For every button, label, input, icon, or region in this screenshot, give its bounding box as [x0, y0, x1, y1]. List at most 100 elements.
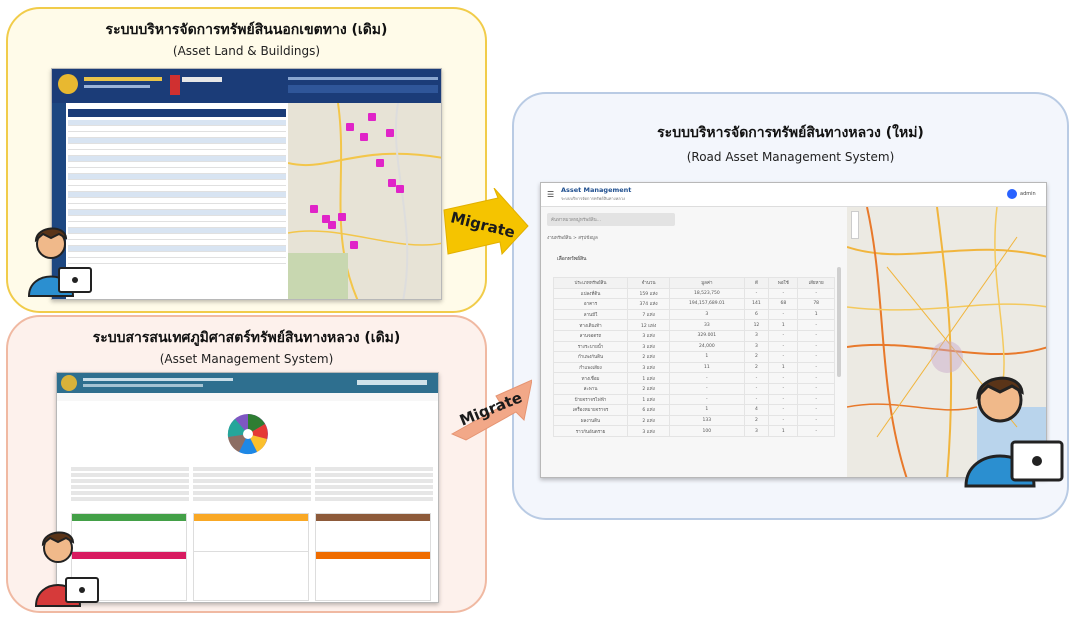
table-cell: 6 แห่ง — [627, 404, 671, 416]
app-brand: Asset Management — [561, 186, 632, 194]
table-row[interactable]: กำแพงเสียง 3 แห่ง 11 2 1- — [552, 361, 835, 374]
table-cell: 1 — [797, 308, 835, 321]
table-cell: กำแพงกันดิน — [552, 351, 629, 363]
table-cell: 6 — [743, 308, 770, 321]
old-ams-header — [57, 373, 438, 393]
table-cell: - — [768, 404, 799, 416]
user-icon-2 — [34, 531, 99, 607]
table-cell: ป้ายจราจรไฟฟ้า — [552, 393, 629, 406]
user-name: admin — [1020, 191, 1036, 197]
table-cell: - — [768, 372, 799, 384]
app-brand-sub: ระบบบริหารจัดการทรัพย์สินทางหลวง — [561, 196, 625, 201]
table-cell: - — [768, 308, 799, 321]
table-cell: - — [768, 414, 799, 427]
table-row[interactable]: ป้ายจราจรไฟฟ้า 1 แห่ง - - - - — [552, 393, 835, 406]
table-cell: - — [743, 393, 770, 406]
user-avatar[interactable] — [1007, 189, 1017, 199]
table-cell: 133 — [669, 414, 745, 427]
table-cell: - — [797, 382, 835, 395]
table-cell: 24,000 — [669, 340, 745, 353]
table-cell: 3 แห่ง — [627, 340, 671, 353]
table-column-header: ดี — [743, 277, 770, 289]
table-cell: 3 — [743, 329, 770, 342]
table-cell: 3 แห่ง — [627, 425, 671, 437]
table-cell: 2 แห่ง — [627, 382, 671, 395]
menu-icon[interactable]: ☰ — [547, 190, 554, 199]
table-cell: 1 — [669, 404, 745, 416]
category-search[interactable]: ค้นหาหมวดหมู่ทรัพย์สิน... — [547, 213, 675, 226]
table-cell: ผลงานดิน — [552, 414, 629, 427]
table-cell: - — [669, 372, 745, 384]
table-cell: - — [797, 425, 835, 437]
table-cell: - — [797, 329, 835, 342]
table-cell: ลานมีใ — [552, 308, 629, 321]
table-cell: 1 — [768, 319, 799, 331]
new-rams-title: ระบบบริหารจัดการทรัพย์สินทางหลวง (ใหม่) — [657, 125, 924, 141]
table-row[interactable]: ลานจอดรถ 3 แห่ง 329.001 3- - — [552, 329, 835, 342]
table-cell: - — [797, 287, 835, 300]
table-row[interactable]: กำแพงกันดิน 2 แห่ง 1 2- - — [552, 351, 835, 363]
table-cell: 2 แห่ง — [627, 351, 671, 363]
table-cell: 18,523,750 — [669, 287, 745, 300]
table-cell: - — [797, 404, 835, 416]
table-cell: 141 — [743, 298, 770, 310]
table-cell: ทางเดินเท้า — [552, 319, 629, 331]
table-cell: 2 — [743, 351, 770, 363]
table-cell: - — [797, 414, 835, 427]
old-land-screenshot — [51, 68, 442, 300]
table-cell: - — [768, 340, 799, 353]
table-cell: - — [768, 382, 799, 395]
table-cell: 4 — [743, 404, 770, 416]
table-cell: 194,157,689.01 — [669, 298, 745, 310]
table-cell: เครื่องหมายจราจร — [552, 404, 629, 416]
new-app-left-pane: ค้นหาหมวดหมู่ทรัพย์สิน... งานทรัพย์สิน >… — [541, 207, 847, 477]
table-cell: 1 — [768, 425, 799, 437]
table-cell: อาคาร — [552, 298, 629, 310]
user-icon-3 — [964, 376, 1064, 488]
table-row[interactable]: ราวกันอันตราย 3 แห่ง 100 3 1- — [552, 425, 835, 437]
table-cell: 78 — [797, 298, 835, 310]
table-cell: - — [768, 393, 799, 406]
old-ams-screenshot — [56, 372, 439, 603]
table-cell: - — [669, 382, 745, 395]
table-cell: - — [797, 361, 835, 374]
zoom-control[interactable] — [851, 211, 859, 239]
table-row[interactable]: อาคาร 374 แห่ง 194,157,689.01 141 68 78 — [552, 298, 835, 310]
table-row[interactable]: ทางเดินเท้า 12 แห่ง 33 12 1- — [552, 319, 835, 331]
table-cell: - — [797, 372, 835, 384]
table-column-header: จำนวน — [627, 277, 671, 289]
user-icon-1 — [27, 227, 92, 297]
table-cell: กำแพงเสียง — [552, 361, 629, 374]
old-land-title: ระบบบริหารจัดการทรัพย์สินนอกเขตทาง (เดิม… — [105, 22, 388, 38]
old-ams-subtitle: (Asset Management System) — [159, 352, 334, 366]
table-column-header: พอใช้ — [768, 277, 799, 289]
table-column-header: มูลค่า — [669, 277, 745, 289]
table-cell: 1 แห่ง — [627, 372, 671, 384]
table-column-header: เสียหาย — [797, 277, 835, 289]
table-column-header: ประเภททรัพย์สิน — [552, 277, 629, 289]
table-row[interactable]: ผลงานดิน 2 แห่ง 133 2- - — [552, 414, 835, 427]
table-row[interactable]: แปลงที่ดิน 159 แห่ง 18,523,750- - - — [552, 287, 835, 300]
table-cell: 1 — [669, 351, 745, 363]
table-row[interactable]: ทางเชื่อม 1 แห่ง - - - - — [552, 372, 835, 384]
table-cell: 329.001 — [669, 329, 745, 342]
table-cell: 7 แห่ง — [627, 308, 671, 321]
table-cell: - — [743, 287, 770, 300]
asset-summary-table: ประเภททรัพย์สิน จำนวน มูลค่า ดี พอใช้ เสียหาย… — [552, 277, 835, 437]
table-cell: - — [768, 287, 799, 300]
table-cell: 3 แห่ง — [627, 329, 671, 342]
table-cell: 3 แห่ง — [627, 361, 671, 374]
table-row[interactable]: เครื่องหมายจราจร 6 แห่ง 1 4- - — [552, 404, 835, 416]
table-cell: 2 แห่ง — [627, 414, 671, 427]
table-cell: 3 — [669, 308, 745, 321]
table-cell: - — [797, 393, 835, 406]
dept-logo — [58, 74, 78, 94]
table-row[interactable]: สะพาน 2 แห่ง - - - - — [552, 382, 835, 395]
table-row[interactable]: ลานมีใ 7 แห่ง 3 6-1 — [552, 308, 835, 321]
asset-pie-chart — [227, 414, 268, 455]
table-cell: 68 — [768, 298, 799, 310]
table-row[interactable]: รางระบายน้ำ 3 แห่ง 24,000 3- - — [552, 340, 835, 353]
table-scrollbar[interactable] — [837, 267, 841, 377]
table-cell: 33 — [669, 319, 745, 331]
table-cell: - — [768, 329, 799, 342]
